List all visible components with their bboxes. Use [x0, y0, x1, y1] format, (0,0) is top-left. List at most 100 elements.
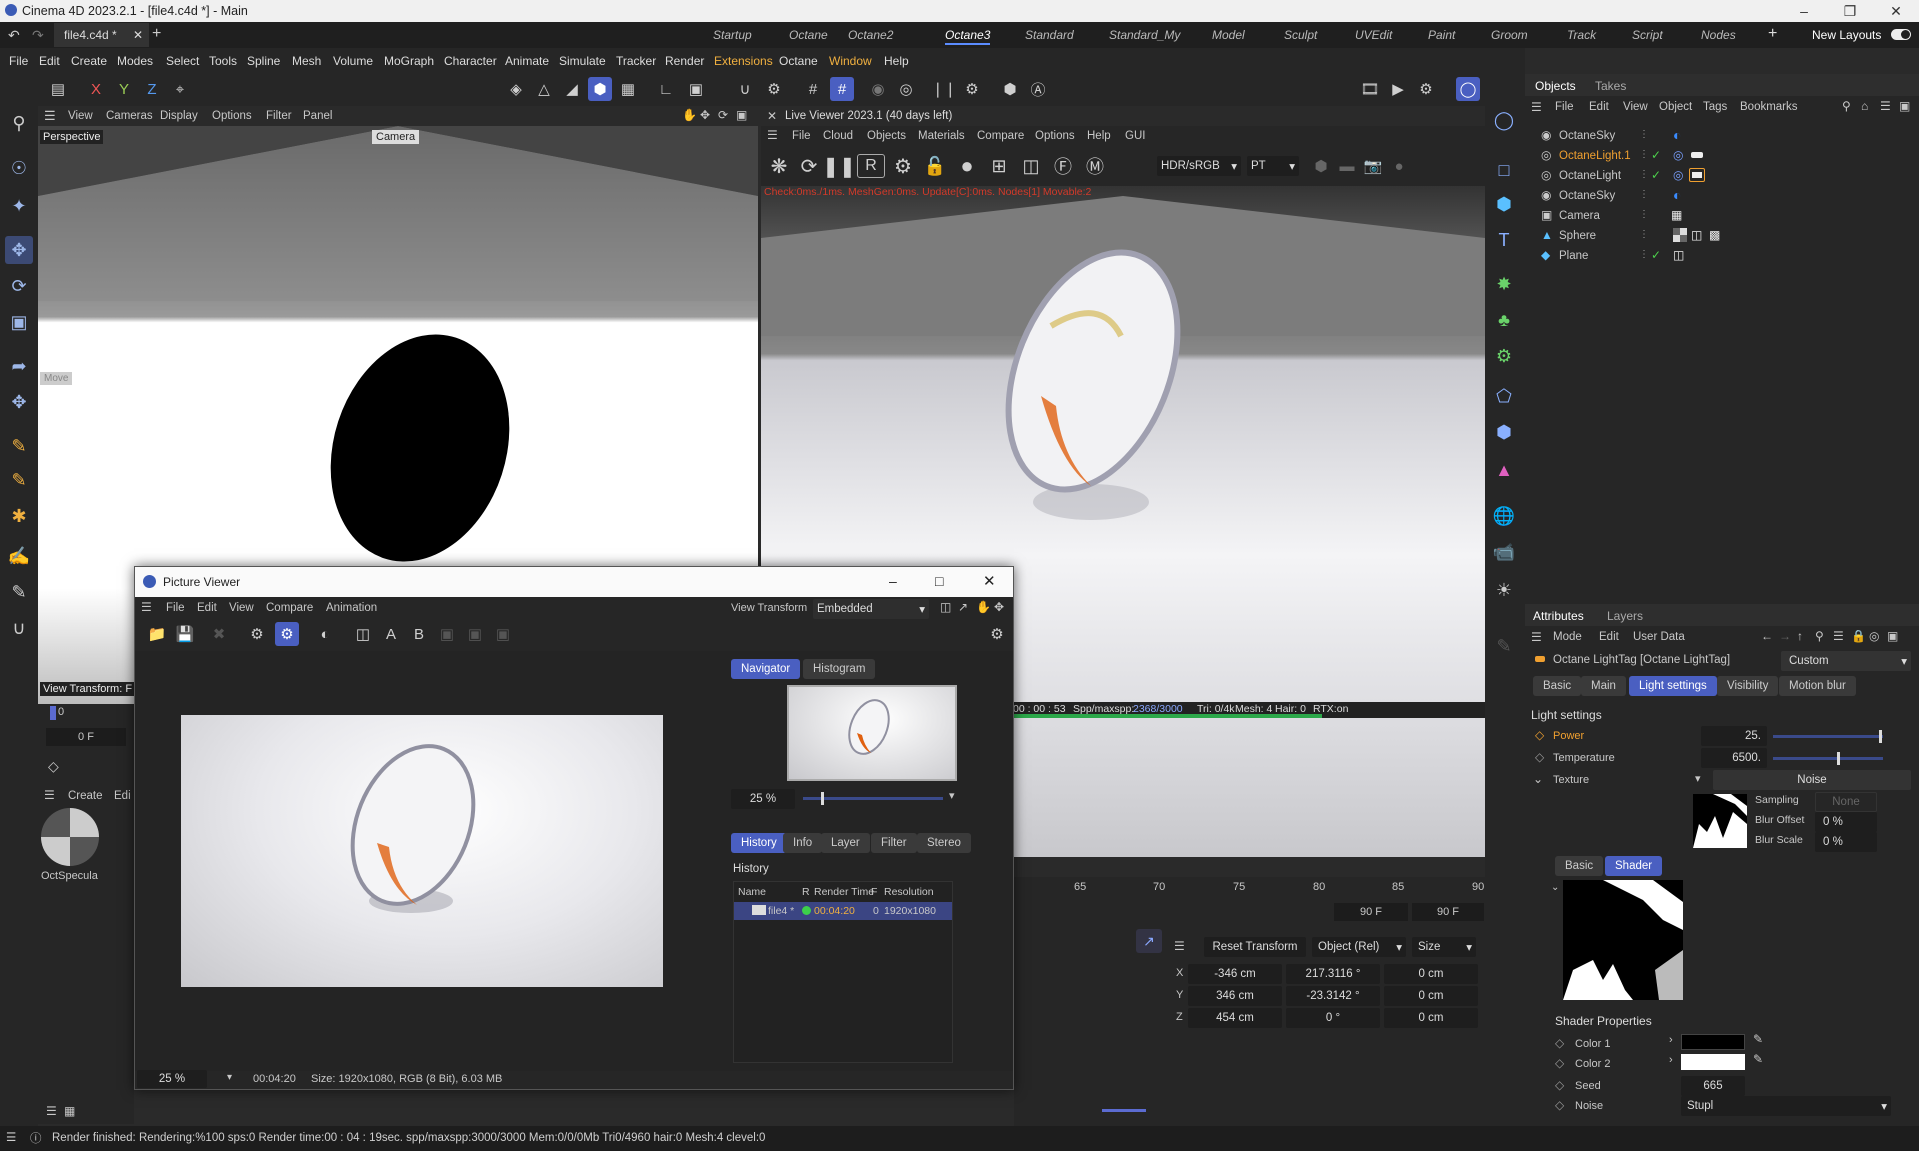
layout-startup[interactable]: Startup [713, 28, 752, 42]
render-settings-icon[interactable]: ◎ [894, 77, 918, 101]
material-swatch[interactable] [41, 808, 99, 866]
minimize-icon[interactable]: – [1781, 0, 1827, 22]
subtab-main[interactable]: Main [1581, 676, 1626, 696]
pv-pan-icon[interactable]: ✋ [976, 600, 991, 614]
menu-mograph[interactable]: MoGraph [384, 54, 434, 68]
menu-edit[interactable]: Edit [39, 54, 60, 68]
add-layout-icon[interactable]: + [1768, 25, 1777, 43]
keyframe-icon[interactable]: ◇ [48, 758, 59, 775]
tab-takes[interactable]: Takes [1595, 79, 1626, 93]
edit-render-settings-icon[interactable]: ⚙ [1414, 77, 1438, 101]
pv-close-icon[interactable]: ✕ [983, 572, 996, 590]
enabled-check-icon[interactable]: ✓ [1651, 148, 1661, 162]
coord-scroll-slider[interactable] [1102, 1109, 1146, 1112]
obj-home-icon[interactable]: ⌂ [1861, 99, 1868, 113]
live-viewer-hamburger-icon[interactable]: ☰ [767, 128, 778, 142]
scale-tool-icon[interactable]: ▣ [5, 308, 33, 336]
lv-lock-icon[interactable]: 🔓 [921, 154, 949, 178]
subtab-light-settings[interactable]: Light settings [1629, 676, 1717, 696]
symmetry-icon[interactable]: ❘❘ [931, 77, 956, 101]
coord-mode-select[interactable]: Size ▾ [1412, 937, 1476, 957]
menu-character[interactable]: Character [444, 54, 497, 68]
octane-sky-tag-icon[interactable]: ◐ [1673, 127, 1681, 143]
pv-popout-icon[interactable]: ↗ [958, 600, 968, 614]
snap-settings-icon[interactable]: ⚙ [762, 77, 786, 101]
menu-volume[interactable]: Volume [333, 54, 373, 68]
blur-scale-field[interactable]: 0 % [1815, 832, 1877, 852]
shader-collapse-icon[interactable]: ⌄ [1551, 882, 1559, 893]
size-x-field[interactable]: 0 cm [1384, 964, 1478, 984]
visibility-dots-icon[interactable]: ⋮ [1639, 189, 1649, 200]
octane-light-tag-icon[interactable] [1691, 152, 1703, 158]
menu-extensions[interactable]: Extensions [714, 54, 773, 68]
visibility-dots-icon[interactable]: ⋮ [1639, 249, 1649, 260]
tab-attributes[interactable]: Attributes [1533, 609, 1584, 623]
viewport-menu-cameras[interactable]: Cameras [106, 110, 153, 122]
size-z-field[interactable]: 0 cm [1384, 1008, 1478, 1028]
object-name[interactable]: OctaneLight [1559, 170, 1621, 182]
lv-menu-cloud[interactable]: Cloud [823, 130, 853, 142]
object-name[interactable]: OctaneSky [1559, 130, 1615, 142]
lv-menu-gui[interactable]: GUI [1125, 130, 1145, 142]
pv-view-transform-select[interactable]: Embedded ▾ [813, 599, 929, 619]
camera-label[interactable]: Camera [372, 130, 420, 144]
pen-disabled-icon[interactable]: ✎ [1490, 632, 1518, 660]
table-row[interactable]: file4 * 00:04:20 0 1920x1080 [734, 902, 952, 920]
pv-open-icon[interactable]: 📁 [145, 622, 169, 646]
pv-tab-filter[interactable]: Filter [871, 833, 917, 853]
pv-tab-info[interactable]: Info [783, 833, 823, 853]
layout-standard[interactable]: Standard [1025, 28, 1074, 42]
pv-footer-zoom-field[interactable]: 25 % [137, 1070, 207, 1088]
visibility-dots-icon[interactable]: ⋮ [1639, 149, 1649, 160]
attr-lock-icon[interactable]: 🔒 [1851, 629, 1866, 643]
forward-arrow-icon[interactable]: → [1779, 629, 1791, 643]
lv-menu-help[interactable]: Help [1087, 130, 1111, 142]
sampling-select[interactable]: None [1815, 792, 1877, 812]
viewport-menu-view[interactable]: View [68, 110, 93, 122]
color1-keyframe-icon[interactable]: ◇ [1555, 1036, 1564, 1050]
up-arrow-icon[interactable]: ↑ [1797, 629, 1803, 643]
lv-menu-compare[interactable]: Compare [977, 130, 1024, 142]
polygons-mode-icon[interactable]: ◢ [560, 77, 584, 101]
layout-octane2[interactable]: Octane2 [848, 28, 893, 42]
timeline-ruler[interactable]: 65 70 75 80 85 90 90 F 90 F [1014, 877, 1485, 927]
model-mode-icon[interactable]: ▤ [46, 77, 70, 101]
object-row-octanesky[interactable]: ◉ OctaneSky ⋮ ◐ [1525, 126, 1919, 146]
light-icon[interactable]: ▲ [1490, 456, 1518, 484]
viewport-rotate-icon[interactable]: ⟳ [718, 108, 728, 122]
temperature-slider-handle[interactable] [1836, 752, 1840, 765]
pv-zoom-slider[interactable] [803, 792, 943, 805]
temperature-slider[interactable] [1773, 752, 1883, 765]
transfer-icon[interactable]: ➦ [5, 352, 33, 380]
texture-shader-button[interactable]: Noise [1713, 770, 1911, 790]
document-tab[interactable]: file4.c4d * ✕ [54, 23, 149, 47]
lv-menu-materials[interactable]: Materials [918, 130, 965, 142]
lv-pause-icon[interactable]: ❚❚ [822, 154, 856, 178]
layout-paint[interactable]: Paint [1428, 28, 1455, 42]
pv-zoom-slider-handle[interactable] [821, 792, 824, 805]
material-menu-edit[interactable]: Edi [114, 790, 131, 802]
coordinate-system-icon[interactable]: ⌖ [168, 77, 192, 101]
object-row-plane[interactable]: ◆ Plane ⋮ ✓ ◫ [1525, 246, 1919, 266]
field-icon[interactable]: ⬠ [1490, 382, 1518, 410]
shader-subtab-shader[interactable]: Shader [1605, 856, 1663, 876]
pv-layout-icon[interactable]: ◫ [940, 600, 951, 614]
live-selection-icon[interactable]: ☉ [5, 154, 33, 182]
rotation-x-field[interactable]: 217.3116 ° [1286, 964, 1380, 984]
obj-menu-file[interactable]: File [1555, 101, 1574, 113]
globe-icon[interactable]: 🌐 [1490, 502, 1518, 530]
object-name[interactable]: Sphere [1559, 230, 1596, 242]
pv-options-icon[interactable]: ⚙ [275, 622, 299, 646]
pv-maximize-icon[interactable]: □ [935, 573, 943, 589]
visibility-dots-icon[interactable]: ⋮ [1639, 129, 1649, 140]
power-field[interactable]: 25. [1701, 726, 1767, 746]
lv-mode-select[interactable]: PT ▾ [1247, 156, 1299, 176]
back-arrow-icon[interactable]: ← [1761, 629, 1773, 643]
pv-gear-icon[interactable]: ⚙ [985, 622, 1009, 646]
layout-octane[interactable]: Octane [789, 28, 828, 42]
octane-sphere-icon[interactable]: ⬢ [998, 77, 1022, 101]
add-tab-icon[interactable]: + [152, 25, 161, 43]
target-tag-icon[interactable]: ◎ [1673, 168, 1683, 182]
visibility-dots-icon[interactable]: ⋮ [1639, 229, 1649, 240]
axis-y-button[interactable]: Y [112, 77, 136, 101]
